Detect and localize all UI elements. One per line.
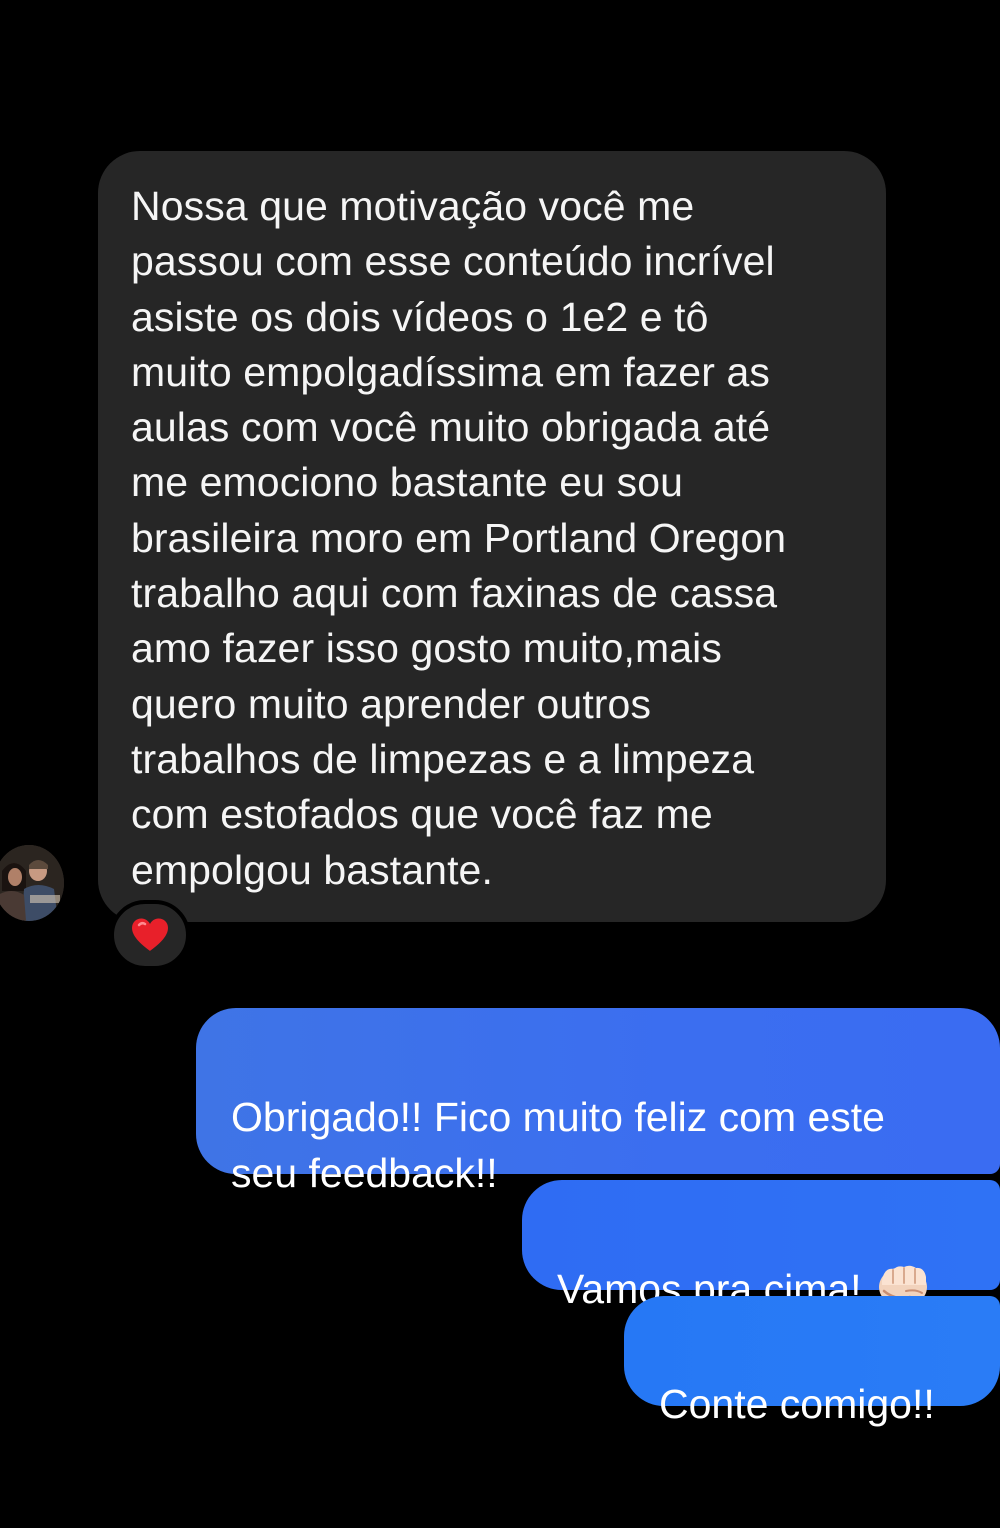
avatar-photo [0, 845, 64, 921]
sender-avatar[interactable] [0, 845, 64, 921]
outgoing-message-bubble[interactable]: Obrigado!! Fico muito feliz com este seu… [196, 1008, 1000, 1196]
outgoing-message-bubble[interactable]: Vamos pra cima! [522, 1180, 1000, 1312]
heart-icon [132, 918, 168, 951]
incoming-message-bubble[interactable]: Nossa que motivação você me passou com e… [98, 151, 886, 922]
outgoing-message-text: Conte comigo!! [659, 1381, 935, 1428]
message-thread: Nossa que motivação você me passou com e… [0, 0, 1000, 1528]
reaction-badge[interactable] [110, 900, 190, 970]
incoming-message-text: Nossa que motivação você me passou com e… [131, 183, 787, 893]
outgoing-message-bubble[interactable]: Conte comigo!! [624, 1296, 1000, 1427]
